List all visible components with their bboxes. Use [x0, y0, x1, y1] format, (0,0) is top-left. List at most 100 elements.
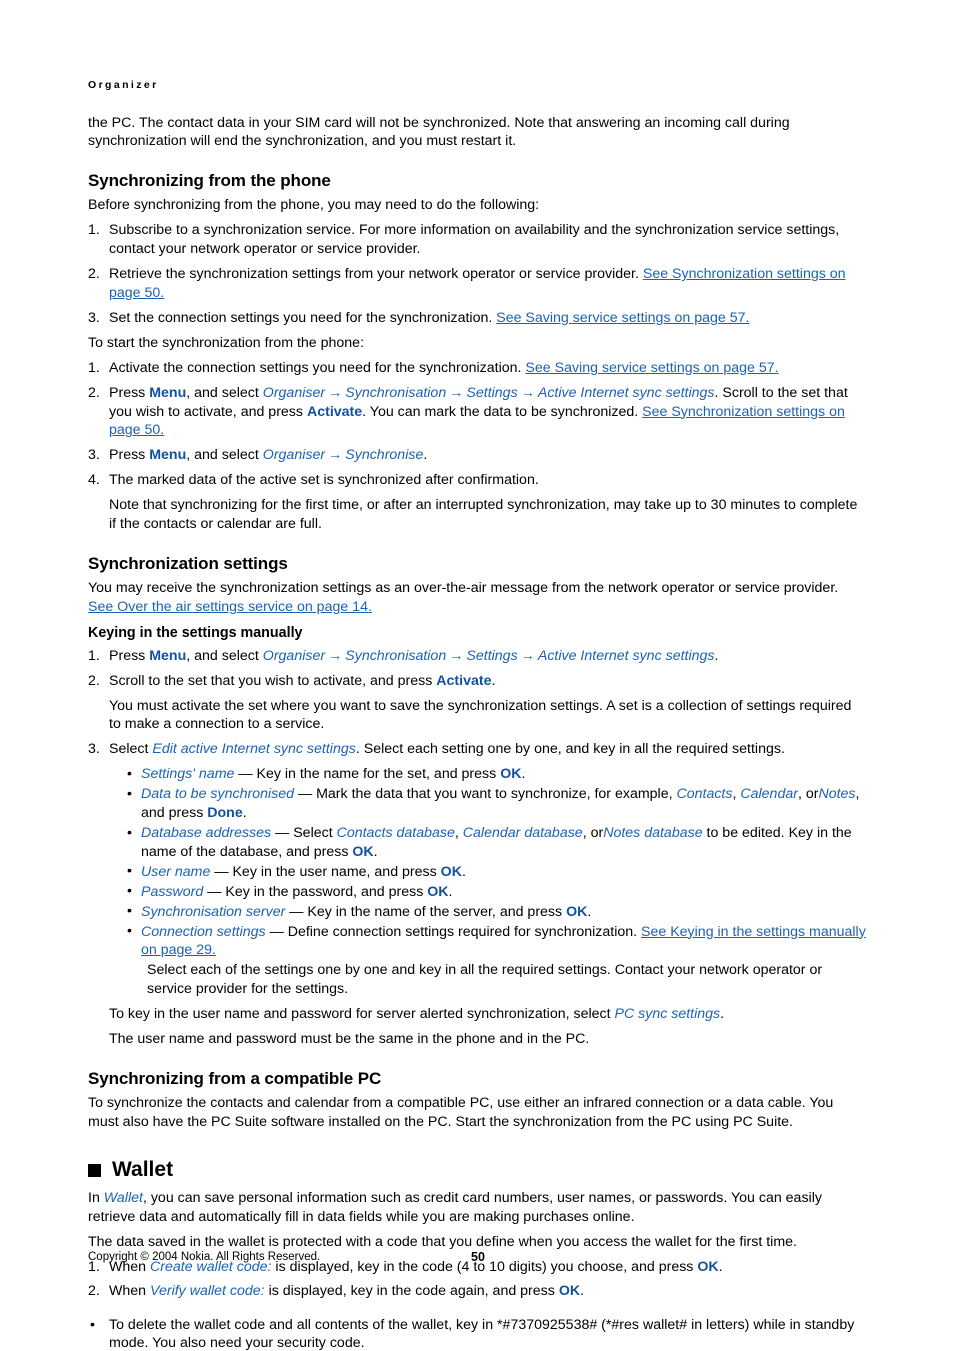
wallet-intro-paragraph: In Wallet, you can save personal informa… — [88, 1189, 866, 1227]
list-marker: 3. — [88, 447, 100, 464]
page-number: 50 — [471, 1250, 485, 1264]
em-dash: — — [271, 825, 294, 842]
and-select-label: , and select — [186, 647, 263, 664]
list-item: • Synchronisation server — Key in the nam… — [126, 903, 866, 922]
softkey-label-ok: OK — [697, 1258, 719, 1275]
intro-line-b: synchronization will end the synchroniza… — [88, 133, 517, 150]
softkey-label-menu: Menu — [149, 384, 187, 401]
wallet-intro-after: , you can save personal information such… — [88, 1189, 822, 1225]
list-marker: 1. — [88, 222, 100, 239]
list-marker: 3. — [88, 309, 100, 326]
setting-desc-tail: . — [461, 863, 466, 880]
list-marker: 2. — [88, 1283, 100, 1300]
list-item: • Connection settings — Define connection… — [126, 923, 866, 961]
list-item-tail: . — [491, 672, 496, 689]
database-calendar: Calendar database — [462, 825, 583, 842]
setting-term: Settings' name — [141, 766, 235, 783]
em-dash: — — [285, 903, 308, 920]
menu-item-edit-active-sync: Edit active Internet sync settings — [152, 741, 356, 758]
list-item: • Data to be synchronised — Mark the data… — [127, 785, 860, 822]
list-item-text: Scroll to the set that you wish to activ… — [109, 672, 437, 689]
heading-synchronizing-from-compatible-pc: Synchronizing from a compatible PC — [88, 1068, 382, 1088]
arrow-icon: → — [449, 384, 464, 401]
list-marker: 2. — [88, 672, 100, 689]
list-item-text: Activate the connection settings you nee… — [109, 359, 526, 376]
chapter-heading-wallet: Wallet — [88, 1158, 866, 1182]
step1-tail: . — [714, 647, 719, 664]
setting-desc-tail: . — [242, 805, 247, 822]
menu-path-item: Synchronise — [345, 447, 424, 464]
em-dash: — — [294, 786, 317, 803]
arrow-icon: → — [449, 647, 464, 664]
setting-term: User name — [141, 863, 211, 880]
list-item: • User name — Key in the user name, and p… — [126, 863, 866, 882]
bullet-icon: • — [127, 923, 132, 940]
same-credentials-paragraph: The user name and password must be the s… — [109, 1031, 590, 1048]
list-item: • Settings' name — Key in the name for th… — [126, 765, 866, 784]
list-marker: 4. — [88, 472, 100, 489]
setting-desc-tail: . — [587, 903, 592, 920]
sync-phone-start-lead-in: To start the synchronization from the ph… — [88, 334, 365, 351]
softkey-label-ok: OK — [500, 766, 522, 783]
wallet-step2-before: When — [109, 1283, 151, 1300]
menu-item-wallet: Wallet — [103, 1189, 143, 1206]
arrow-icon: → — [328, 447, 343, 464]
bullet-icon: • — [127, 883, 132, 900]
setting-desc: Key in the password, and press — [225, 883, 428, 900]
square-bullet-icon — [88, 1164, 101, 1178]
sync-phone-lead-in: Before synchronizing from the phone, you… — [88, 197, 540, 214]
cross-reference-link[interactable]: See Saving service settings on page 57. — [496, 310, 749, 326]
list-item: 2. Press Menu, and select Organiser → Synch… — [88, 384, 866, 441]
list-item: 1. Subscribe to a synchronization servic… — [88, 221, 866, 259]
and-select-label: , and select — [186, 384, 263, 401]
sync-phone-start-list: 1. Activate the connection settings you … — [88, 359, 866, 490]
list-item: 1. Activate the connection settings you … — [88, 359, 866, 378]
intro-line-a: the PC. The contact data in your SIM car… — [88, 114, 790, 131]
database-notes: Notes database — [603, 825, 703, 842]
pc-sync-settings-paragraph: To key in the user name and password for… — [109, 1005, 866, 1024]
manual-page: Organizer the PC. The contact data in yo… — [0, 0, 954, 1351]
bullet-icon: • — [127, 863, 132, 880]
prompt-verify-wallet-code: Verify wallet code: — [150, 1283, 265, 1300]
list-item: • Database addresses — Select Contacts da… — [127, 824, 852, 860]
setting-desc: Key in the name for the set, and press — [256, 766, 501, 783]
database-contacts: Contacts database — [336, 825, 455, 842]
keying-step2-note: You must activate the set where you want… — [109, 697, 852, 733]
list-item-text: Set the connection settings you need for… — [109, 309, 497, 326]
bullet-icon: • — [127, 785, 132, 802]
setting-term: Data to be synchronised — [141, 786, 295, 803]
sync-phone-prep-list: 1. Subscribe to a synchronization servic… — [88, 221, 866, 328]
list-item-text: Subscribe to a synchronization service. … — [109, 222, 840, 258]
em-dash: — — [210, 863, 233, 880]
heading-synchronization-settings: Synchronization settings — [88, 553, 288, 573]
pc-sync-tail: . — [720, 1006, 725, 1023]
menu-item-pc-sync-settings: PC sync settings — [614, 1006, 721, 1023]
setting-term: Password — [141, 883, 204, 900]
data-type-contacts: Contacts — [676, 786, 733, 803]
chapter-title-text: Wallet — [112, 1157, 174, 1181]
list-item: • Password — Key in the password, and pre… — [126, 883, 866, 902]
em-dash: — — [265, 923, 288, 940]
press-label: Press — [109, 447, 150, 464]
cross-reference-link[interactable]: See Saving service settings on page 57. — [525, 360, 778, 376]
bullet-icon: • — [127, 824, 132, 841]
cross-reference-link[interactable]: See Over the air settings service on pag… — [88, 599, 372, 615]
menu-path-item: Active Internet sync settings — [537, 647, 715, 664]
settings-bullet-list: • Settings' name — Key in the name for th… — [126, 765, 866, 960]
softkey-label-ok: OK — [352, 843, 374, 860]
setting-desc: Select — [293, 825, 337, 842]
list-item-text: The marked data of the active set is syn… — [109, 472, 539, 489]
list-item: 2. Scroll to the set that you wish to act… — [88, 672, 866, 691]
list-marker: 3. — [88, 741, 100, 758]
list-item: 4. The marked data of the active set is … — [88, 471, 866, 490]
sync-settings-intro: You may receive the synchronization sett… — [88, 579, 866, 617]
list-marker: 2. — [88, 384, 100, 401]
sync-settings-intro-text: You may receive the synchronization sett… — [88, 579, 839, 596]
press-label: Press — [109, 384, 150, 401]
list-marker: 1. — [88, 647, 100, 664]
softkey-label-done: Done — [207, 805, 243, 822]
wallet-step2-tail: . — [580, 1283, 585, 1300]
menu-path-item: Settings — [466, 384, 518, 401]
wallet-code-steps: 1. When Create wallet code: is displayed,… — [88, 1258, 866, 1302]
setting-desc-tail: . — [521, 766, 526, 783]
